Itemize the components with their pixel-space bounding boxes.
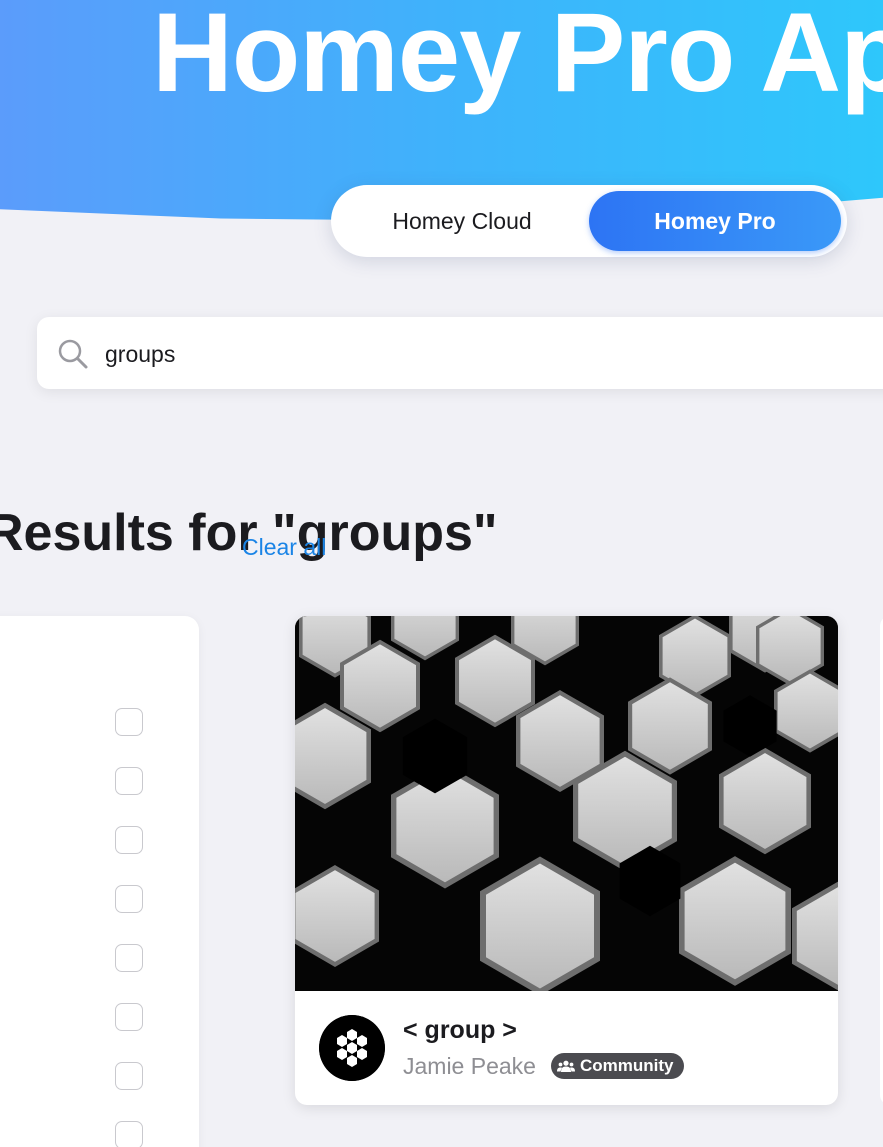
filter-checkbox[interactable] — [115, 944, 143, 972]
search-input[interactable] — [103, 331, 867, 377]
users-icon — [557, 1060, 575, 1072]
filter-checkbox[interactable] — [115, 1062, 143, 1090]
app-icon — [319, 1015, 385, 1081]
search-icon — [58, 339, 88, 369]
app-name: < group > — [403, 1016, 517, 1044]
app-cover-image — [295, 616, 838, 991]
filter-checkbox[interactable] — [115, 767, 143, 795]
app-store-page: Homey Pro Apps Homey Cloud Homey Pro Res… — [0, 0, 883, 1147]
app-author: Jamie Peake — [403, 1053, 536, 1079]
filter-panel — [0, 616, 199, 1147]
page-title: Homey Pro Apps — [152, 0, 883, 115]
community-badge: Community — [551, 1053, 684, 1079]
toggle-homey-cloud[interactable]: Homey Cloud — [339, 191, 585, 251]
platform-toggle: Homey Cloud Homey Pro — [331, 185, 847, 257]
app-card[interactable]: < group > Jamie Peake Community — [295, 616, 838, 1105]
filter-checkbox[interactable] — [115, 826, 143, 854]
filter-checkbox[interactable] — [115, 1003, 143, 1031]
filter-checkbox[interactable] — [115, 885, 143, 913]
filter-checkbox[interactable] — [115, 708, 143, 736]
toggle-homey-pro[interactable]: Homey Pro — [589, 191, 841, 251]
clear-all-link[interactable]: Clear all — [242, 534, 326, 561]
search-box[interactable] — [37, 317, 883, 389]
community-badge-label: Community — [580, 1056, 674, 1075]
filter-checkbox[interactable] — [115, 1121, 143, 1147]
